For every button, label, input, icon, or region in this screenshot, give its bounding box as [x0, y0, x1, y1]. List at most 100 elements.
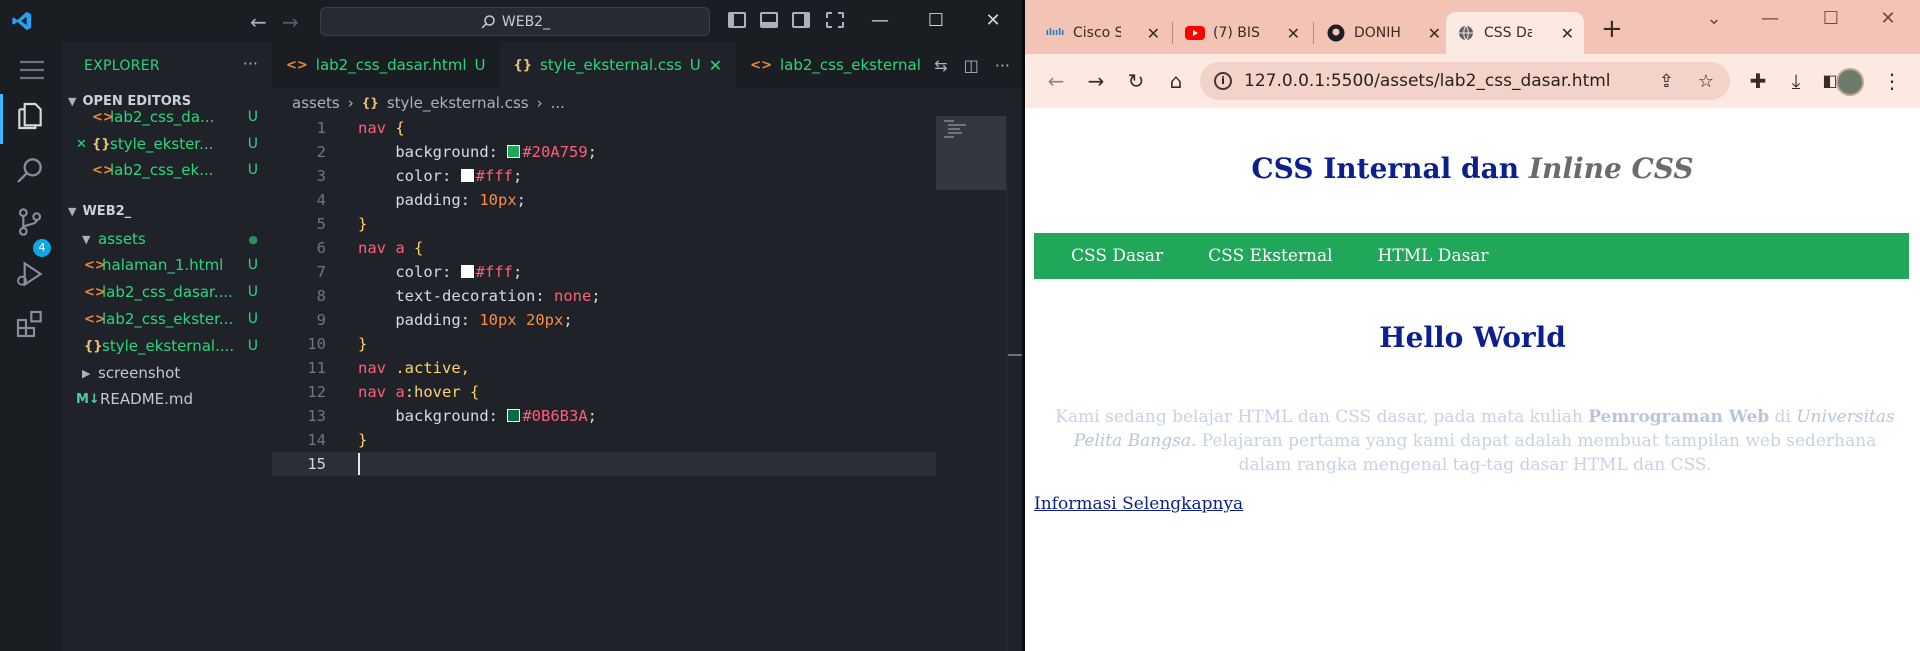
close-icon[interactable]: ✕ [1561, 24, 1574, 43]
avatar[interactable] [1836, 68, 1864, 96]
code-editor[interactable]: 1 nav { 2 background: #20A759; 3 color: #… [272, 116, 1022, 651]
open-editor-item[interactable]: <> lab2_css_da... U [62, 104, 272, 130]
browser-tab-css-dasar[interactable]: CSS Das ✕ [1446, 12, 1584, 54]
minimap[interactable] [936, 116, 1006, 190]
nav-link-css-dasar[interactable]: CSS Dasar [1034, 236, 1190, 276]
paragraph-text: Kami sedang belajar HTML dan CSS dasar, … [1055, 407, 1589, 427]
nav-link-css-eksternal[interactable]: CSS Eksternal [1190, 236, 1359, 276]
untracked-badge: U [247, 257, 258, 273]
folder-assets[interactable]: ▼ assets ● [62, 226, 272, 252]
search-sidebar-icon[interactable] [14, 154, 46, 186]
more-info-link[interactable]: Informasi Selengkapnya [1034, 494, 1243, 514]
untracked-badge: U [247, 311, 258, 327]
toggle-secondary-sidebar-icon[interactable] [792, 12, 810, 28]
line-number: 5 [316, 215, 326, 233]
more-actions-icon[interactable]: ··· [243, 54, 258, 73]
tab-separator [1172, 22, 1173, 44]
close-icon[interactable]: ✕ [76, 137, 92, 152]
breadcrumb-file[interactable]: style_eksternal.css [387, 94, 529, 112]
maximize-icon[interactable]: ☐ [913, 6, 959, 36]
new-tab-button[interactable]: + [1601, 14, 1623, 44]
browser-tab-github[interactable]: DONIH ✕ [1316, 12, 1451, 54]
line-number: 2 [316, 143, 326, 161]
extensions-icon[interactable] [14, 308, 46, 340]
workspace-section[interactable]: ▼ WEB2_ [68, 204, 131, 219]
open-editor-item[interactable]: <> lab2_css_ek... U [62, 157, 272, 183]
explorer-title: EXPLORER [84, 58, 160, 74]
github-icon [1326, 23, 1346, 43]
split-editor-icon[interactable]: ◫ [964, 56, 979, 75]
toggle-panel-icon[interactable] [760, 12, 778, 28]
tab-separator [1313, 22, 1314, 44]
tab-search-chevron-icon[interactable]: ⌄ [1691, 8, 1737, 29]
nav-link-html-dasar[interactable]: HTML Dasar [1360, 236, 1516, 276]
untracked-badge: U [247, 136, 258, 152]
download-icon[interactable]: ⤓ [1781, 66, 1811, 96]
site-info-icon[interactable]: i [1214, 72, 1232, 90]
close-window-icon[interactable]: ✕ [970, 6, 1016, 36]
line-number: 3 [316, 167, 326, 185]
file-item[interactable]: M↓ README.md [62, 386, 272, 412]
close-icon[interactable]: ✕ [1147, 24, 1160, 43]
browser-tab-youtube[interactable]: (7) BISN ✕ [1175, 12, 1310, 54]
browser-tab-cisco[interactable]: ılıılı Cisco Sk ✕ [1035, 12, 1170, 54]
run-debug-icon[interactable] [14, 258, 46, 290]
value: 10px 20px [479, 311, 564, 329]
open-changes-icon[interactable]: ⇆ [934, 56, 947, 75]
extensions-puzzle-icon[interactable]: ✚ [1743, 66, 1773, 96]
explorer-files-icon[interactable] [14, 100, 46, 132]
forward-arrow-icon[interactable]: → [1081, 66, 1111, 96]
tab-status: U [474, 56, 486, 74]
address-bar[interactable]: i 127.0.0.1:5500/assets/lab2_css_dasar.h… [1200, 62, 1730, 100]
property: background [395, 143, 489, 161]
more-menu-icon[interactable]: ⋮ [1877, 66, 1907, 96]
back-arrow-icon[interactable]: ← [1041, 66, 1071, 96]
active-indicator [0, 94, 3, 144]
maximize-icon[interactable]: ☐ [1808, 8, 1854, 29]
breadcrumb-more[interactable]: ... [551, 94, 565, 112]
folder-screenshot[interactable]: ▶ screenshot [62, 360, 272, 386]
home-icon[interactable]: ⌂ [1161, 66, 1191, 96]
command-center-search[interactable]: WEB2_ [320, 7, 710, 36]
color-swatch[interactable] [460, 265, 474, 278]
page-title-italic: Inline CSS [1528, 152, 1694, 185]
color-swatch[interactable] [507, 409, 521, 422]
tab-label: lab2_css_dasar.html [315, 56, 467, 74]
toggle-sidebar-icon[interactable] [728, 12, 746, 28]
line-number: 12 [307, 383, 326, 401]
property: text-decoration [395, 287, 536, 305]
chevron-right-icon: › [536, 94, 543, 112]
color-swatch[interactable] [460, 169, 474, 182]
back-arrow-icon[interactable]: ← [250, 10, 267, 34]
forward-arrow-icon[interactable]: → [282, 10, 299, 34]
close-window-icon[interactable]: ✕ [1865, 8, 1911, 29]
close-icon[interactable]: ✕ [709, 56, 722, 75]
tab-lab2-css-dasar[interactable]: <> lab2_css_dasar.html U [272, 42, 500, 88]
property: background [395, 407, 489, 425]
minimize-icon[interactable]: — [857, 6, 903, 36]
more-actions-icon[interactable]: ··· [995, 56, 1010, 75]
breadcrumb-folder[interactable]: assets [292, 94, 340, 112]
file-item[interactable]: <> lab2_css_ekster... U [62, 306, 272, 332]
close-icon[interactable]: ✕ [1428, 24, 1441, 43]
file-item[interactable]: {} style_eksternal.... U [62, 333, 272, 359]
close-icon[interactable]: ✕ [1287, 24, 1300, 43]
color-swatch[interactable] [507, 145, 521, 158]
open-editor-item[interactable]: ✕ {} style_ekster... U [62, 131, 272, 157]
source-control-icon[interactable] [14, 206, 46, 238]
file-name: lab2_css_dasar.... [102, 283, 233, 301]
bookmark-star-icon[interactable]: ☆ [1698, 71, 1714, 92]
editor-scrollbar[interactable] [1006, 116, 1007, 651]
file-item[interactable]: <> lab2_css_dasar.... U [62, 279, 272, 305]
customize-layout-icon[interactable] [826, 12, 844, 28]
vscode-titlebar: ← → WEB2_ — ☐ ✕ [0, 0, 1022, 42]
line-number: 15 [307, 455, 326, 473]
minimize-icon[interactable]: — [1747, 8, 1793, 29]
selector: a [395, 383, 405, 401]
share-icon[interactable]: ⇪ [1659, 71, 1674, 92]
tab-style-eksternal[interactable]: {} style_eksternal.css U ✕ [499, 42, 737, 88]
code-line-current: 15 [272, 452, 936, 476]
reload-icon[interactable]: ↻ [1121, 66, 1151, 96]
menu-icon[interactable] [16, 54, 48, 86]
file-item[interactable]: <> halaman_1.html U [62, 252, 272, 278]
